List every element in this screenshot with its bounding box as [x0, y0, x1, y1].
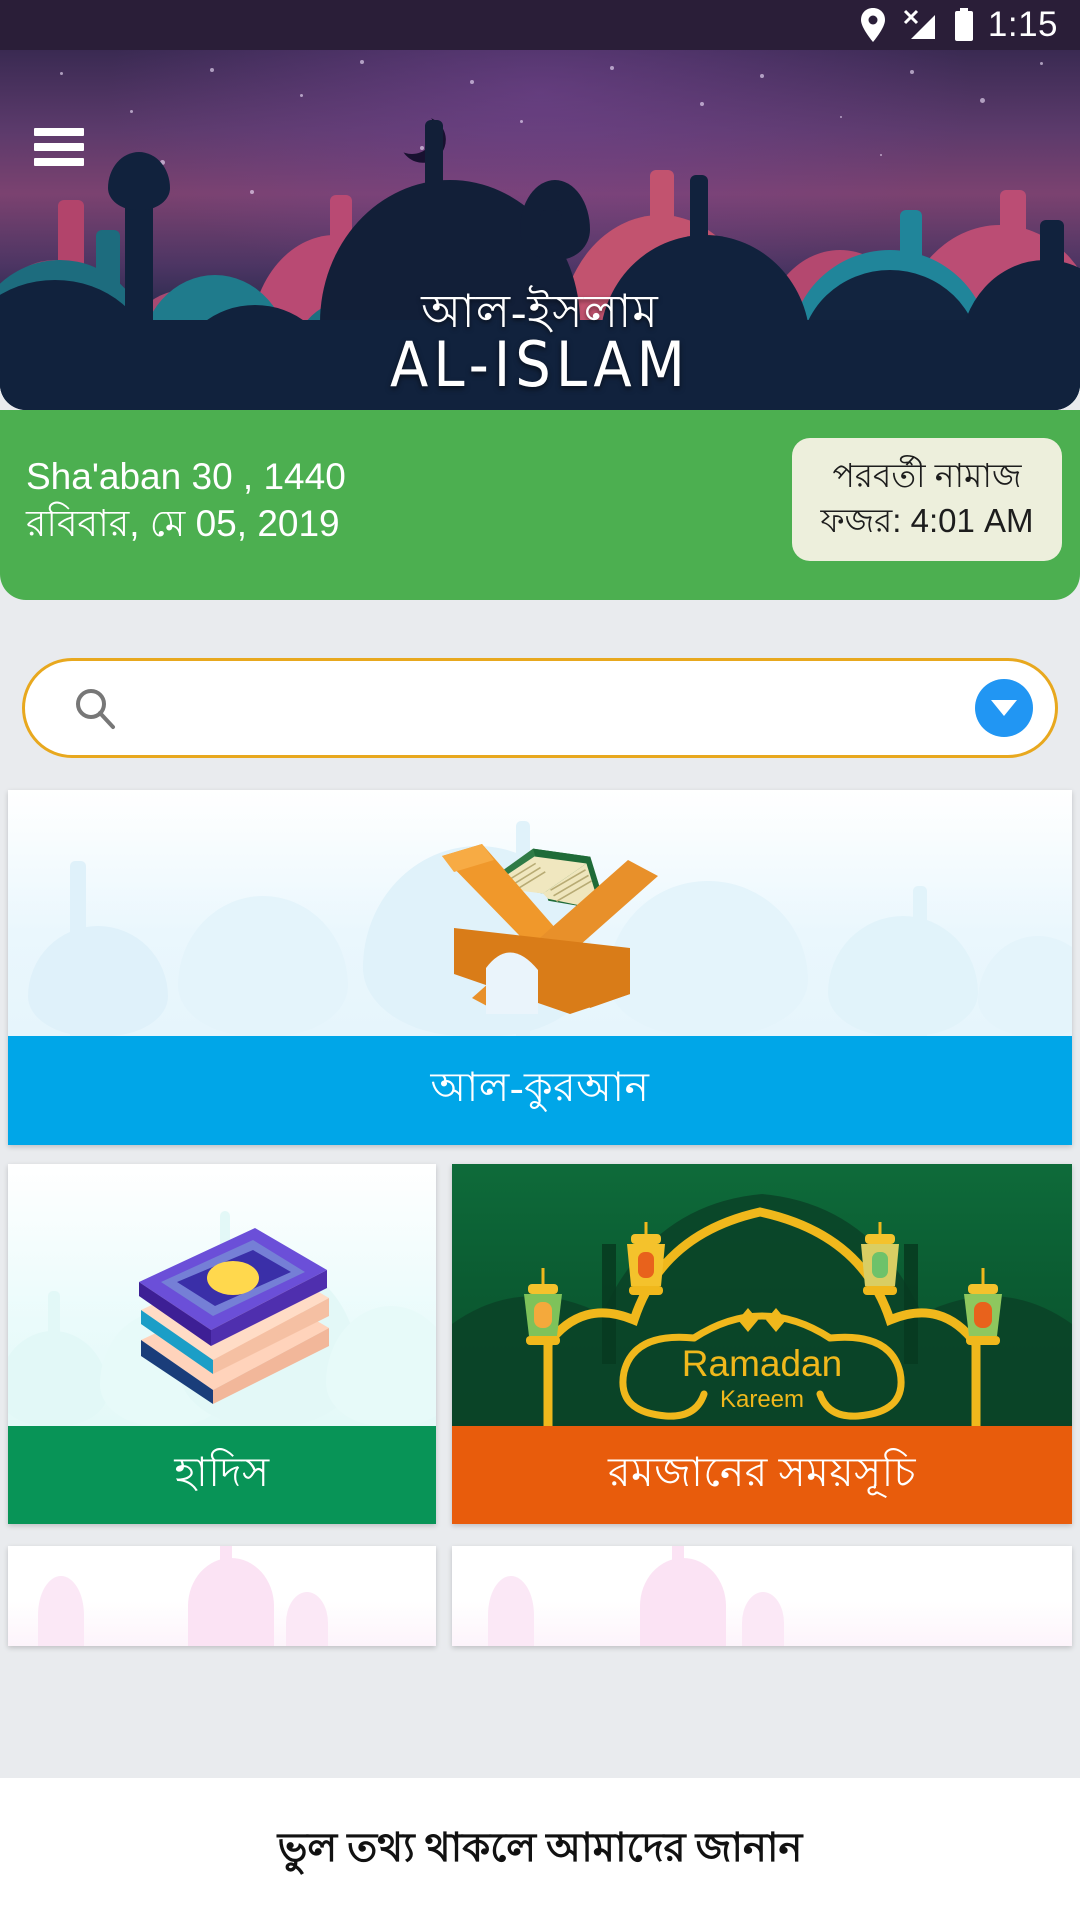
- star-dot: [300, 94, 303, 97]
- card-ramadan-schedule[interactable]: Ramadan Kareem রমজানের সময়সূচি: [452, 1164, 1072, 1524]
- hijri-date: Sha'aban 30 , 1440: [26, 454, 346, 501]
- location-pin-icon: [860, 8, 886, 42]
- star-dot: [360, 60, 364, 64]
- card-partial-next-left[interactable]: [8, 1546, 436, 1646]
- card-al-quran-image: [8, 790, 1072, 1036]
- star-dot: [60, 72, 63, 75]
- card-hadith-label: হাদিস: [8, 1426, 436, 1524]
- card-ramadan-image: Ramadan Kareem: [452, 1164, 1072, 1426]
- header-banner: আল-ইসলাম AL-ISLAM: [0, 50, 1080, 410]
- search-bar[interactable]: [22, 658, 1058, 758]
- mosque-watermark: [488, 1576, 534, 1646]
- gregorian-date: রবিবার, মে 05, 2019: [26, 501, 346, 548]
- card-partial-next-right[interactable]: [452, 1546, 1072, 1646]
- footer-bar[interactable]: ভুল তথ্য থাকলে আমাদের জানান: [0, 1778, 1080, 1920]
- card-al-quran-label: আল-কুরআন: [8, 1036, 1072, 1145]
- status-bar: 1:15: [0, 0, 1080, 50]
- star-dot: [210, 68, 214, 72]
- mosque-watermark: [220, 1546, 232, 1646]
- card-partial-right-image: [452, 1546, 1072, 1646]
- status-bar-clock: 1:15: [988, 5, 1058, 45]
- card-al-quran[interactable]: আল-কুরআন: [8, 790, 1072, 1145]
- star-dot: [910, 70, 914, 74]
- next-prayer-label: পরবর্তী নামাজ: [802, 454, 1052, 499]
- menu-card-grid: আল-কুরআন হাদিস Ramadan Kareem রমজানের সম…: [0, 790, 1080, 1920]
- status-bar-icons: [860, 8, 974, 42]
- next-prayer-time: ফজর: 4:01 AM: [802, 499, 1052, 544]
- battery-full-icon: [954, 8, 974, 42]
- ramadan-text-line2: Kareem: [682, 1386, 842, 1414]
- card-hadith[interactable]: হাদিস: [8, 1164, 436, 1524]
- app-title-group: আল-ইসলাম AL-ISLAM: [0, 288, 1080, 394]
- ramadan-kareem-text: Ramadan Kareem: [682, 1345, 842, 1414]
- date-text-group: Sha'aban 30 , 1440 রবিবার, মে 05, 2019: [26, 454, 346, 547]
- mosque-watermark: [742, 1592, 784, 1646]
- star-dot: [700, 102, 704, 106]
- mosque-watermark: [38, 1576, 84, 1646]
- star-dot: [980, 98, 985, 103]
- signal-no-sim-icon: [902, 8, 938, 42]
- ramadan-text-line1: Ramadan: [682, 1345, 842, 1382]
- search-section: [0, 650, 1080, 768]
- search-input[interactable]: [139, 689, 975, 728]
- footer-report-text: ভুল তথ্য থাকলে আমাদের জানান: [278, 1816, 803, 1883]
- search-icon: [73, 686, 117, 730]
- lantern-icon: [616, 1222, 676, 1306]
- star-dot: [1040, 62, 1043, 65]
- hamburger-menu-icon[interactable]: [34, 128, 84, 166]
- app-root: 1:15 আল-ইসলাম AL-ISLAM Sha'aban 30 , 144…: [0, 0, 1080, 1920]
- stacked-books-illustration: [107, 1224, 337, 1404]
- star-dot: [470, 80, 474, 84]
- app-title-english: AL-ISLAM: [0, 335, 1080, 398]
- card-ramadan-label: রমজানের সময়সূচি: [452, 1426, 1072, 1524]
- next-prayer-badge[interactable]: পরবর্তী নামাজ ফজর: 4:01 AM: [792, 438, 1062, 561]
- lantern-icon: [850, 1222, 910, 1306]
- chevron-down-icon: [991, 700, 1017, 716]
- star-dot: [610, 66, 614, 70]
- mosque-watermark: [286, 1592, 328, 1646]
- star-dot: [760, 74, 764, 78]
- search-dropdown-button[interactable]: [975, 679, 1033, 737]
- card-partial-left-image: [8, 1546, 436, 1646]
- mosque-watermark: [672, 1546, 684, 1646]
- card-hadith-image: [8, 1164, 436, 1426]
- quran-on-rehal-illustration: [390, 808, 690, 1023]
- date-bar: Sha'aban 30 , 1440 রবিবার, মে 05, 2019 প…: [0, 410, 1080, 600]
